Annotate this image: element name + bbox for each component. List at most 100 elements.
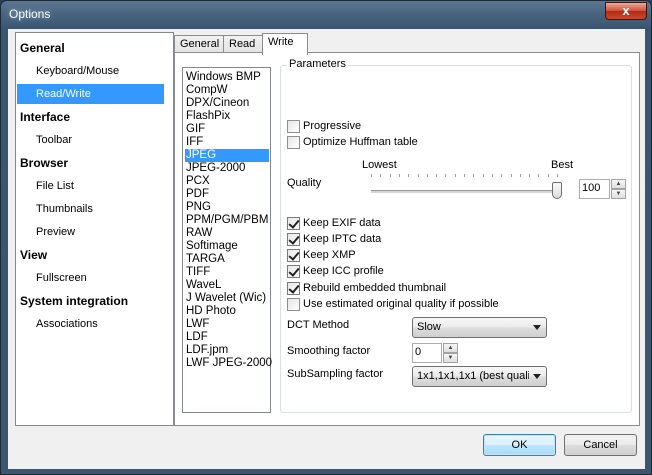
tab-read[interactable]: Read <box>223 35 263 53</box>
format-item[interactable]: Softimage <box>185 240 269 253</box>
parameters-group-label: Parameters <box>287 58 348 70</box>
smoothing-factor-input[interactable]: 0 <box>412 343 442 363</box>
tab-write[interactable]: Write <box>262 33 308 55</box>
write-tab-panel: Windows BMP CompW DPX/Cineon FlashPix GIF IFF… <box>174 52 640 426</box>
optimize-huffman-label: Optimize Huffman table <box>303 136 418 148</box>
nav-item-preview[interactable]: Preview <box>16 222 165 242</box>
slider-tick <box>371 174 372 177</box>
format-item[interactable]: TARGA <box>185 253 269 266</box>
slider-tick <box>427 174 428 177</box>
slider-tick <box>548 174 549 177</box>
progressive-label: Progressive <box>303 120 362 132</box>
slider-tick <box>418 174 419 177</box>
format-item[interactable]: JPEG-2000 <box>185 162 269 175</box>
format-item[interactable]: HD Photo <box>185 305 269 318</box>
keep-exif-checkbox[interactable] <box>287 217 300 230</box>
format-item[interactable]: TIFF <box>185 266 269 279</box>
format-item[interactable]: CompW <box>185 84 269 97</box>
quality-down-arrow-icon[interactable]: ▼ <box>611 189 626 199</box>
nav-item-toolbar[interactable]: Toolbar <box>16 130 165 150</box>
subsampling-factor-select[interactable]: 1x1,1x1,1x1 (best qualit <box>412 366 547 387</box>
slider-tick <box>483 174 484 177</box>
dct-method-label: DCT Method <box>287 319 350 331</box>
nav-group-general[interactable]: General <box>20 38 65 58</box>
format-item[interactable]: J Wavelet (Wic) <box>185 292 269 305</box>
smoothing-down-arrow-icon[interactable]: ▼ <box>443 353 458 363</box>
nav-item-fullscreen[interactable]: Fullscreen <box>16 268 165 288</box>
slider-tick <box>445 174 446 177</box>
chevron-down-icon <box>533 374 541 379</box>
format-item[interactable]: IFF <box>185 136 269 149</box>
keep-xmp-label: Keep XMP <box>303 249 356 261</box>
format-item[interactable]: PNG <box>185 201 269 214</box>
tab-general[interactable]: General <box>174 35 224 53</box>
slider-tick <box>557 174 558 177</box>
quality-value: 100 <box>582 182 601 194</box>
ok-button[interactable]: OK <box>483 434 556 456</box>
smoothing-factor-spinner: ▲ ▼ <box>443 343 458 363</box>
slider-tick <box>390 174 391 177</box>
close-button[interactable]: x <box>605 2 647 20</box>
format-item[interactable]: LWF JPEG-2000 <box>185 357 272 370</box>
keep-icc-checkbox[interactable] <box>287 265 300 278</box>
dct-method-value: Slow <box>417 321 441 333</box>
dialog-client: General Keyboard/Mouse Read/Write Interf… <box>8 29 645 469</box>
progressive-checkbox[interactable] <box>287 120 300 133</box>
slider-tick <box>538 174 539 177</box>
keep-iptc-checkbox[interactable] <box>287 233 300 246</box>
format-item[interactable]: PCX <box>185 175 269 188</box>
close-icon: x <box>622 3 630 18</box>
format-item[interactable]: WaveL <box>185 279 269 292</box>
slider-tick <box>520 174 521 177</box>
keep-exif-label: Keep EXIF data <box>303 217 381 229</box>
nav-group-interface[interactable]: Interface <box>20 107 70 127</box>
nav-group-view[interactable]: View <box>20 245 47 265</box>
smoothing-factor-value: 0 <box>415 346 422 358</box>
format-item[interactable]: LWF <box>185 318 269 331</box>
rebuild-thumbnail-checkbox[interactable] <box>287 282 300 295</box>
quality-slider-track[interactable] <box>371 190 561 194</box>
nav-item-associations[interactable]: Associations <box>16 314 165 334</box>
format-item[interactable]: JPEG <box>185 149 269 162</box>
slider-tick <box>436 174 437 177</box>
format-item[interactable]: LDF.jpm <box>185 344 269 357</box>
nav-item-read-write[interactable]: Read/Write <box>17 84 164 104</box>
keep-xmp-checkbox[interactable] <box>287 249 300 262</box>
smoothing-up-arrow-icon[interactable]: ▲ <box>443 343 458 353</box>
slider-tick <box>473 174 474 177</box>
quality-input[interactable]: 100 <box>579 179 610 199</box>
dct-method-select[interactable]: Slow <box>412 317 547 338</box>
slider-tick <box>464 174 465 177</box>
nav-group-browser[interactable]: Browser <box>20 153 68 173</box>
category-list[interactable]: General Keyboard/Mouse Read/Write Interf… <box>15 32 174 426</box>
quality-up-arrow-icon[interactable]: ▲ <box>611 179 626 189</box>
format-item[interactable]: DPX/Cineon <box>185 97 269 110</box>
nav-item-keyboard-mouse[interactable]: Keyboard/Mouse <box>16 61 165 81</box>
format-item[interactable]: Windows BMP <box>185 71 269 84</box>
cancel-button[interactable]: Cancel <box>564 434 637 456</box>
format-item[interactable]: GIF <box>185 123 269 136</box>
quality-spinner: ▲ ▼ <box>611 179 626 199</box>
quality-best-label: Best <box>551 159 574 171</box>
quality-lowest-label: Lowest <box>362 159 397 171</box>
format-item[interactable]: PPM/PGM/PBM <box>185 214 269 227</box>
format-item[interactable]: FlashPix <box>185 110 269 123</box>
quality-slider-thumb[interactable] <box>552 182 562 199</box>
format-item[interactable]: RAW <box>185 227 269 240</box>
use-estimated-quality-checkbox[interactable] <box>287 298 300 311</box>
nav-item-file-list[interactable]: File List <box>16 176 165 196</box>
nav-item-thumbnails[interactable]: Thumbnails <box>16 199 165 219</box>
keep-icc-label: Keep ICC profile <box>303 265 384 277</box>
slider-tick <box>492 174 493 177</box>
use-estimated-quality-label: Use estimated original quality if possib… <box>303 298 499 310</box>
slider-tick <box>399 174 400 177</box>
format-item[interactable]: PDF <box>185 188 269 201</box>
slider-tick <box>408 174 409 177</box>
nav-group-system-integration[interactable]: System integration <box>20 291 128 311</box>
title-bar[interactable]: Options x <box>1 1 651 29</box>
optimize-huffman-checkbox[interactable] <box>287 136 300 149</box>
keep-iptc-label: Keep IPTC data <box>303 233 382 245</box>
format-list[interactable]: Windows BMP CompW DPX/Cineon FlashPix GIF IFF… <box>182 67 272 413</box>
subsampling-factor-label: SubSampling factor <box>287 368 383 380</box>
format-item[interactable]: LDF <box>185 331 269 344</box>
